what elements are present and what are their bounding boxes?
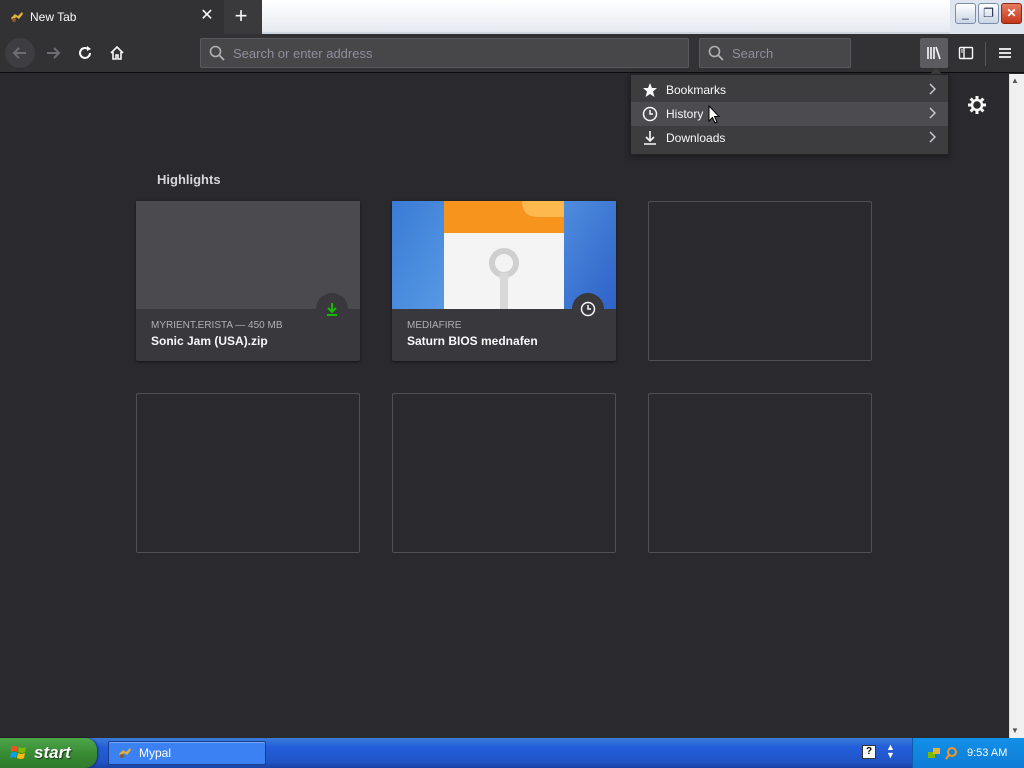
- tab-close-icon[interactable]: ✕: [200, 8, 214, 24]
- menu-item-history[interactable]: History: [631, 102, 948, 126]
- back-arrow-icon: [12, 47, 26, 59]
- search-tray-icon: [945, 747, 957, 760]
- hamburger-menu-button[interactable]: [991, 38, 1019, 68]
- menu-item-label: Downloads: [666, 131, 726, 145]
- mouse-cursor-icon: [708, 105, 720, 124]
- card-meta: MEDIAFIRE: [407, 320, 462, 331]
- close-button[interactable]: ✕: [1001, 3, 1022, 24]
- empty-card-placeholder: [648, 201, 872, 361]
- menu-item-label: History: [666, 107, 704, 121]
- library-button[interactable]: [920, 38, 948, 68]
- card-badge: [316, 293, 348, 325]
- sidebar-button[interactable]: [952, 38, 980, 68]
- highlight-card[interactable]: MEDIAFIRE Saturn BIOS mednafen: [392, 201, 616, 361]
- download-icon: [327, 303, 337, 316]
- reload-button[interactable]: [70, 38, 100, 68]
- highlight-card[interactable]: MYRIENT.ERISTA — 450 MB Sonic Jam (USA).…: [136, 201, 360, 361]
- tab-title: New Tab: [30, 10, 77, 24]
- network-icon: [928, 748, 940, 758]
- clock-icon: [580, 301, 596, 317]
- library-menu: Bookmarks History Downloads: [630, 74, 949, 155]
- reload-icon: [79, 46, 91, 59]
- mypal-favicon-icon: [9, 9, 25, 25]
- home-icon: [110, 45, 124, 60]
- forward-button[interactable]: [38, 38, 68, 68]
- menu-item-downloads[interactable]: Downloads: [631, 126, 948, 150]
- chevron-right-icon: [928, 131, 937, 146]
- search-icon: [209, 45, 225, 61]
- maximize-button[interactable]: ❐: [978, 3, 999, 24]
- search-bar[interactable]: Search: [699, 38, 851, 68]
- vertical-scrollbar[interactable]: [1009, 74, 1024, 738]
- search-bar-placeholder: Search: [732, 45, 774, 61]
- taskbar-window-item[interactable]: Mypal: [108, 741, 266, 765]
- back-button[interactable]: [5, 38, 35, 68]
- chevron-right-icon: [928, 107, 937, 122]
- card-badge: [572, 293, 604, 325]
- mypal-icon: [119, 748, 131, 758]
- toolbar-separator: [985, 42, 986, 66]
- empty-card-placeholder: [136, 393, 360, 553]
- empty-card-placeholder: [648, 393, 872, 553]
- card-title: Sonic Jam (USA).zip: [151, 334, 268, 348]
- clock-icon: [642, 106, 658, 122]
- card-meta: MYRIENT.ERISTA — 450 MB: [151, 320, 283, 331]
- gear-icon[interactable]: [966, 94, 988, 116]
- search-icon: [708, 45, 724, 61]
- minimize-button[interactable]: _: [955, 3, 976, 24]
- menu-item-bookmarks[interactable]: Bookmarks: [631, 78, 948, 102]
- card-title: Saturn BIOS mednafen: [407, 334, 538, 348]
- scroll-up-arrow-icon[interactable]: ▲: [1011, 76, 1019, 85]
- title-bar: [262, 0, 950, 34]
- highlights-heading: Highlights: [157, 172, 221, 187]
- home-button[interactable]: [102, 38, 132, 68]
- new-tab-button[interactable]: +: [230, 5, 252, 28]
- download-icon: [642, 130, 658, 146]
- start-label: start: [34, 743, 71, 762]
- url-bar-placeholder: Search or enter address: [233, 45, 373, 61]
- clock: 9:53 AM: [967, 747, 1008, 759]
- library-icon: [927, 46, 941, 60]
- start-button[interactable]: start: [0, 738, 97, 768]
- forward-arrow-icon: [47, 47, 61, 59]
- windows-logo-icon: [10, 746, 26, 759]
- chevron-right-icon: [928, 83, 937, 98]
- url-bar[interactable]: Search or enter address: [200, 38, 689, 68]
- hamburger-icon: [999, 48, 1011, 58]
- taskbar-window-label: Mypal: [139, 746, 172, 760]
- navigation-toolbar: Search or enter address Search: [0, 34, 1024, 73]
- help-icon[interactable]: ?: [862, 745, 876, 759]
- sidebar-icon: [958, 46, 974, 60]
- system-tray: 9:53 AM: [912, 738, 1024, 768]
- tab-new-tab[interactable]: New Tab ✕: [0, 0, 224, 34]
- empty-card-placeholder: [392, 393, 616, 553]
- scroll-down-arrow-icon[interactable]: ▼: [1011, 726, 1019, 735]
- star-icon: [642, 82, 658, 98]
- tray-expand-icon[interactable]: ▲ ▼: [886, 743, 895, 760]
- menu-item-label: Bookmarks: [666, 83, 727, 97]
